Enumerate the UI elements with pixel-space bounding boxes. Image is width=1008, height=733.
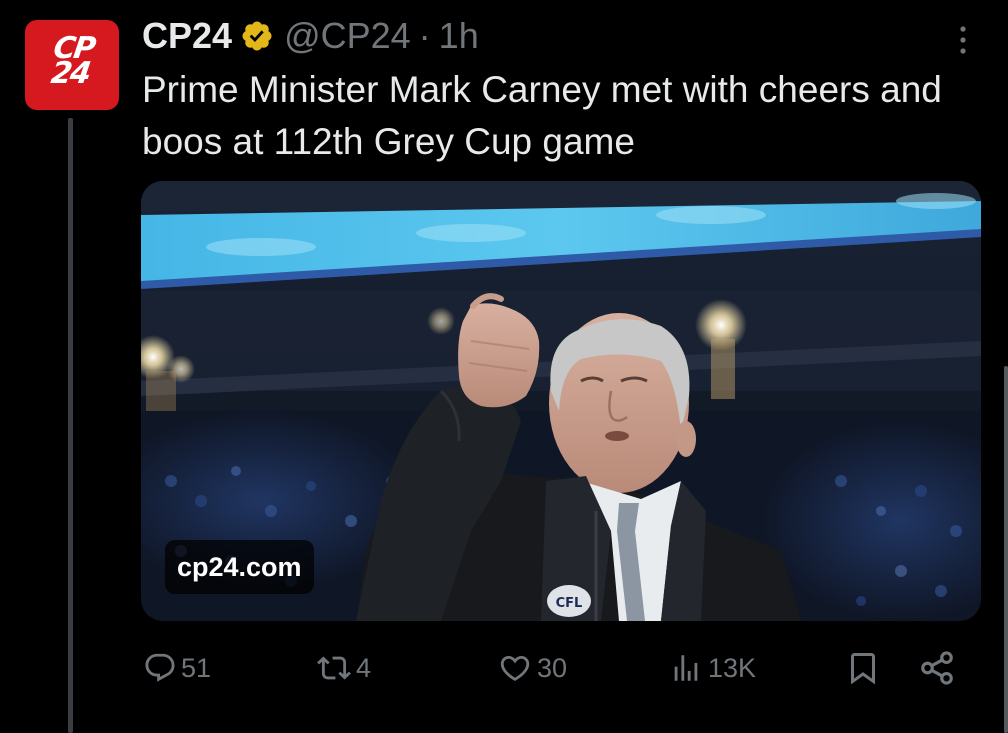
heart-icon — [500, 655, 530, 681]
views-count: 13K — [708, 652, 757, 683]
separator-dot: · — [418, 15, 431, 56]
tweet-text: Prime Minister Mark Carney met with chee… — [142, 69, 942, 162]
display-name[interactable]: CP24 — [142, 15, 232, 57]
like-button[interactable]: 30 — [497, 644, 567, 692]
like-count: 30 — [537, 652, 568, 683]
logo-text-24: 24 — [48, 56, 92, 91]
bookmark-button[interactable] — [845, 644, 881, 692]
repost-count: 4 — [356, 652, 372, 683]
verified-badge-icon — [242, 21, 272, 51]
reply-button[interactable]: 51 — [143, 644, 211, 692]
link-badge[interactable]: cp24.com — [165, 540, 314, 594]
timestamp[interactable]: 1h — [439, 15, 479, 57]
cp24-logo: CP 24 — [25, 31, 119, 91]
reply-count: 51 — [181, 652, 212, 683]
reply-icon — [145, 653, 175, 682]
scrollbar[interactable] — [1004, 366, 1008, 733]
avatar[interactable]: CP 24 — [25, 20, 119, 110]
views-icon — [674, 655, 698, 681]
cfl-patch-text: CFL — [556, 596, 583, 611]
views-button[interactable]: 13K — [668, 644, 756, 692]
share-button[interactable] — [918, 644, 956, 692]
repost-button[interactable]: 4 — [316, 644, 371, 692]
repost-icon — [317, 656, 351, 680]
media-card[interactable]: CFL cp24.com — [141, 181, 981, 621]
bookmark-icon — [851, 653, 875, 685]
share-icon — [921, 651, 953, 685]
thread-line — [68, 118, 73, 733]
tweet-header: CP24 @CP24 · 1h — [142, 14, 479, 58]
more-icon[interactable] — [952, 22, 974, 58]
handle[interactable]: @CP24 — [284, 15, 411, 57]
